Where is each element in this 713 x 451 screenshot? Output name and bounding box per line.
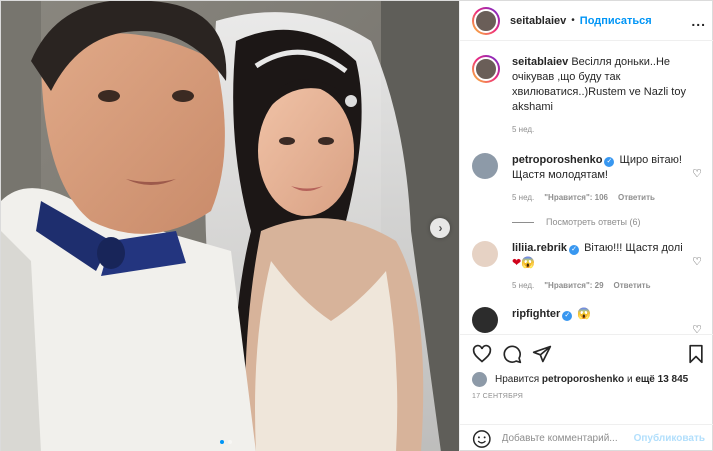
carousel-dots (220, 440, 232, 444)
comment-reply-button[interactable]: Ответить (618, 190, 655, 205)
comment-likes[interactable]: "Нравится": 29 (544, 278, 603, 293)
carousel-dot (228, 440, 232, 444)
comment-avatar[interactable] (472, 307, 498, 333)
author-avatar-ring[interactable] (472, 6, 500, 35)
post-side-panel: seitablaiev • Подписаться ... seitablaie… (459, 1, 713, 451)
likes-and: и (626, 373, 633, 385)
share-icon[interactable] (532, 344, 552, 364)
comment-icon[interactable] (502, 344, 522, 364)
comment-emoji: 😱 (577, 308, 592, 320)
likes-prefix: Нравится (495, 373, 540, 385)
carousel-next-button[interactable]: › (430, 218, 450, 238)
comment-item: liliia.rebrik ✓ Вітаю!!! Щастя долі ❤😱 5 … (472, 241, 704, 293)
more-options-icon[interactable]: ... (691, 13, 706, 29)
comment-username[interactable]: petroporoshenko (512, 154, 602, 166)
comment-body: ripfighter ✓ 😱 (512, 307, 704, 333)
emoji-icon[interactable] (472, 429, 492, 449)
wedding-photo (1, 1, 459, 451)
comment-avatar[interactable] (472, 153, 498, 179)
follow-button[interactable]: Подписаться (580, 15, 652, 27)
verified-badge-icon: ✓ (569, 245, 580, 255)
comment-meta: 5 нед. "Нравится": 29 Ответить (512, 278, 692, 293)
post-dialog: › seitablaiev • Подписаться ... seitabla… (0, 0, 713, 451)
comment-body: liliia.rebrik ✓ Вітаю!!! Щастя долі ❤😱 5 … (512, 241, 704, 293)
likes-summary: Нравится petroporoshenko и ещё 13 845 (472, 369, 705, 389)
caption-meta: 5 нед. (512, 122, 692, 137)
comment-body: petroporoshenko ✓ Щиро вітаю! Щастя молод… (512, 153, 704, 205)
author-avatar (474, 8, 498, 33)
action-icons (472, 339, 705, 369)
heart-icon[interactable] (472, 344, 492, 364)
comment-time[interactable]: 5 нед. (512, 190, 534, 205)
verified-badge-icon: ✓ (562, 311, 573, 321)
comment-input[interactable] (501, 433, 634, 444)
comment-reply-button[interactable]: Ответить (614, 278, 651, 293)
view-replies-label: Посмотреть ответы (6) (546, 217, 641, 227)
caption-username[interactable]: seitablaiev (512, 56, 568, 68)
comment-meta: 5 нед. "Нравится": 106 Ответить (512, 190, 692, 205)
post-header: seitablaiev • Подписаться ... (460, 1, 713, 41)
add-comment-bar: Опубликовать (460, 424, 713, 451)
comment-item: petroporoshenko ✓ Щиро вітаю! Щастя молод… (472, 153, 704, 205)
liker-username[interactable]: petroporoshenko (542, 374, 624, 385)
comment-item: ripfighter ✓ 😱 ♡ (472, 307, 704, 333)
caption-time[interactable]: 5 нед. (512, 122, 534, 137)
publish-button[interactable]: Опубликовать (634, 433, 705, 444)
comment-like-icon[interactable]: ♡ (692, 323, 702, 333)
comment-username[interactable]: liliia.rebrik (512, 242, 567, 254)
comment-text: Вітаю!!! Щастя долі (584, 242, 683, 254)
comments-list[interactable]: seitablaiev Весілля доньки..Не очікував … (460, 41, 713, 333)
comment-like-icon[interactable]: ♡ (692, 167, 702, 180)
chevron-right-icon: › (438, 221, 443, 235)
post-date[interactable]: 17 СЕНТЯБРЯ (472, 393, 705, 400)
carousel-dot-active (220, 440, 224, 444)
comment-username[interactable]: ripfighter (512, 308, 560, 320)
verified-badge-icon: ✓ (604, 157, 615, 167)
comment-like-icon[interactable]: ♡ (692, 255, 702, 268)
caption-avatar (474, 57, 498, 81)
post-photo[interactable]: › (1, 1, 459, 451)
comment-likes[interactable]: "Нравится": 106 (544, 190, 608, 205)
caption: seitablaiev Весілля доньки..Не очікував … (472, 55, 704, 137)
header-separator: • (571, 15, 575, 26)
liker-avatar[interactable] (472, 371, 487, 387)
bookmark-icon[interactable] (687, 344, 705, 364)
caption-body: seitablaiev Весілля доньки..Не очікував … (512, 55, 704, 137)
post-actions: Нравится petroporoshenko и ещё 13 845 17… (460, 334, 713, 400)
comment-avatar[interactable] (472, 241, 498, 267)
comment-time[interactable]: 5 нед. (512, 278, 534, 293)
replies-line (512, 221, 534, 223)
comment-emoji: ❤😱 (512, 257, 535, 269)
likes-count[interactable]: ещё 13 845 (635, 374, 688, 385)
author-username[interactable]: seitablaiev (510, 15, 566, 27)
caption-avatar-ring[interactable] (472, 55, 500, 83)
view-replies-button[interactable]: Посмотреть ответы (6) (512, 217, 704, 227)
